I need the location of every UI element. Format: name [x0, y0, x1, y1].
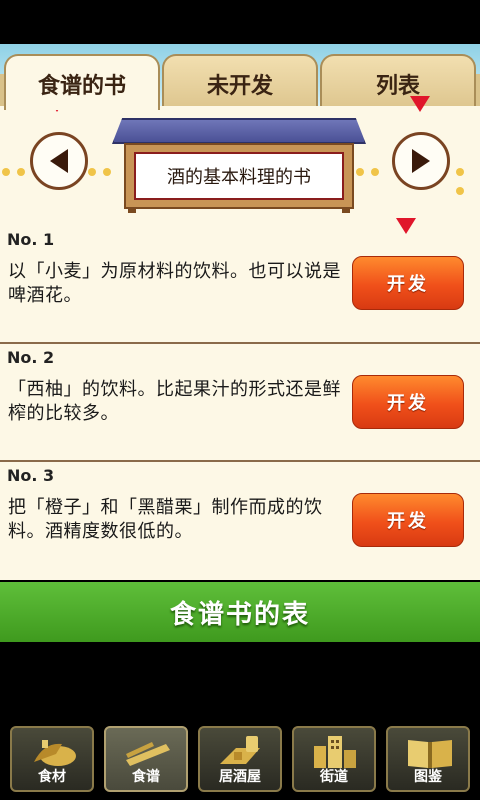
divider [0, 460, 480, 462]
arrow-right-icon [412, 149, 430, 173]
sign-roof [112, 118, 366, 144]
develop-button[interactable]: 开发 [352, 493, 464, 547]
tab-label: 未开发 [206, 74, 273, 99]
nav-izakaya[interactable]: 居酒屋 [198, 726, 282, 792]
recipe-number: No. 1 [7, 230, 55, 249]
decor-dots [356, 161, 386, 176]
recipe-description: 「西柚」的饮料。比起果汁的形式还是鲜榨的比较多。 [8, 379, 341, 424]
recipe-description: 把「橙子」和「黑醋栗」制作而成的饮料。酒精度数很低的。 [8, 497, 323, 542]
new-marker-icon [410, 96, 430, 112]
tab-undeveloped[interactable]: 未开发 [162, 54, 318, 110]
book-title: 酒的基本料理的书 [134, 152, 344, 200]
recipe-list-button[interactable]: 食谱书的表 [0, 582, 480, 642]
tab-recipe-book[interactable]: 食谱的书 [4, 54, 160, 110]
nav-label: 食材 [38, 769, 66, 785]
nav-encyclopedia[interactable]: 图鉴 [386, 726, 470, 792]
recipe-description: 以「小麦」为原材料的饮料。也可以说是啤酒花。 [8, 261, 341, 306]
tab-strip: 食谱的书 未开发 列表 [0, 44, 480, 110]
divider [0, 342, 480, 344]
tab-list[interactable]: 列表 [320, 54, 476, 110]
next-book-button[interactable] [392, 132, 450, 190]
nav-street[interactable]: 街道 [292, 726, 376, 792]
decor-dots [88, 161, 118, 176]
new-marker-icon [396, 218, 416, 234]
tab-label: 食谱的书 [37, 74, 126, 99]
develop-button[interactable]: 开发 [352, 375, 464, 429]
nav-label: 图鉴 [414, 769, 442, 785]
nav-label: 居酒屋 [219, 769, 261, 785]
nav-recipe[interactable]: 食谱 [104, 726, 188, 792]
recipe-number: No. 3 [7, 466, 55, 485]
recipe-number: No. 2 [7, 348, 55, 367]
nav-label: 街道 [320, 769, 348, 785]
prev-book-button[interactable] [30, 132, 88, 190]
decor-dots [456, 161, 480, 195]
decor-dots [2, 161, 32, 176]
nav-ingredients[interactable]: 食材 [10, 726, 94, 792]
develop-button[interactable]: 开发 [352, 256, 464, 310]
nav-label: 食谱 [132, 769, 160, 785]
status-bar [0, 0, 480, 44]
book-title-sign: 酒的基本料理的书 [124, 143, 354, 209]
arrow-left-icon [50, 149, 68, 173]
